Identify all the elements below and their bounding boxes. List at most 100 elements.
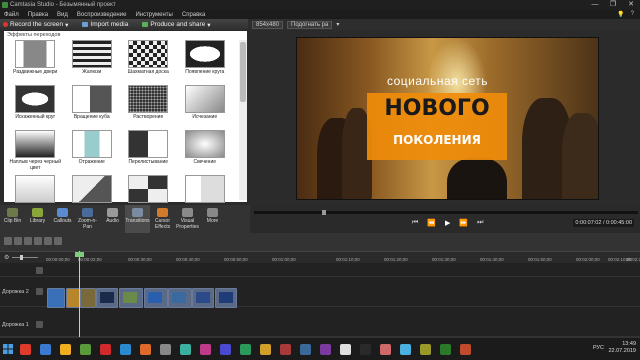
paste-icon[interactable]: [54, 237, 62, 245]
play-button[interactable]: ▶: [445, 219, 450, 227]
tool-tab-zoom-pan[interactable]: Zoom-n-Pan: [75, 205, 100, 233]
taskbar-notepad-icon[interactable]: [340, 344, 351, 355]
tool-tab-clip-bin[interactable]: Clip Bin: [0, 205, 25, 233]
taskbar-photoshop-icon[interactable]: [200, 344, 211, 355]
tool-tab-transitions[interactable]: Transitions: [125, 205, 150, 233]
menu-view[interactable]: Вид: [57, 12, 68, 18]
taskbar-media-icon[interactable]: [380, 344, 391, 355]
taskbar-archive-icon[interactable]: [420, 344, 431, 355]
track-1[interactable]: Дорожка 1: [0, 307, 640, 337]
tool-tab-callouts[interactable]: Callouts: [50, 205, 75, 233]
settings-icon[interactable]: ⚙: [4, 254, 9, 261]
import-media-button[interactable]: Import media: [82, 21, 128, 28]
transition-item[interactable]: Растворение: [120, 85, 177, 128]
transition-item[interactable]: Жалюзи: [64, 40, 121, 83]
windows-start-icon[interactable]: [3, 344, 13, 354]
forward-button[interactable]: ⏩: [459, 219, 468, 227]
taskbar-skype-icon[interactable]: [300, 344, 311, 355]
taskbar-teams-icon[interactable]: [320, 344, 331, 355]
tool-tab-cursor-effects[interactable]: Cursor Effects: [150, 205, 175, 233]
media-clip[interactable]: [66, 288, 80, 308]
cut-icon[interactable]: [24, 237, 32, 245]
system-clock[interactable]: 13:49 22.07.2019: [608, 341, 636, 355]
transition-item[interactable]: Появление круга: [177, 40, 234, 83]
track-options-icon[interactable]: [36, 288, 43, 295]
playhead-handle[interactable]: [75, 252, 84, 257]
transition-item[interactable]: Раздвижные двери: [7, 40, 64, 83]
panel-scrollbar[interactable]: [239, 40, 247, 200]
produce-share-button[interactable]: Produce and share ▾: [142, 21, 211, 29]
taskbar-excel-icon[interactable]: [240, 344, 251, 355]
scrollbar-thumb[interactable]: [240, 42, 246, 102]
chevron-down-icon[interactable]: ▾: [336, 21, 339, 28]
taskbar-chrome-icon[interactable]: [180, 344, 191, 355]
taskbar-opera-icon[interactable]: [100, 344, 111, 355]
zoom-slider[interactable]: ⚙: [4, 254, 38, 261]
transition-item[interactable]: Наплыв через черный цвет: [7, 130, 64, 173]
taskbar-word-icon[interactable]: [220, 344, 231, 355]
language-indicator[interactable]: РУС: [593, 345, 604, 351]
copy-icon[interactable]: [44, 237, 52, 245]
timeline-ruler[interactable]: ⚙ 00:00:00;00 00:00:02;00 00:00:30;00 00:00…: [0, 251, 640, 263]
chevron-down-icon[interactable]: ▾: [65, 21, 68, 29]
taskbar-store-icon[interactable]: [80, 344, 91, 355]
tool-tab-audio[interactable]: Audio: [100, 205, 125, 233]
transition-item[interactable]: Шахматная доска: [120, 40, 177, 83]
minimize-button[interactable]: —: [586, 0, 604, 10]
media-clip[interactable]: [168, 288, 192, 308]
tool-tab-more[interactable]: More: [200, 205, 225, 233]
redo-icon[interactable]: [14, 237, 22, 245]
fit-select[interactable]: Подогнать ра: [287, 20, 333, 29]
media-clip[interactable]: [215, 288, 237, 308]
playhead[interactable]: [75, 251, 84, 337]
taskbar-folder-icon[interactable]: [260, 344, 271, 355]
preview-scrubber[interactable]: [254, 210, 638, 215]
skip-start-button[interactable]: ⏮: [412, 219, 418, 227]
help-icon[interactable]: ?: [631, 11, 634, 18]
media-clip[interactable]: [119, 288, 143, 308]
media-clip[interactable]: [96, 288, 118, 308]
transition-item[interactable]: Перелистывание: [120, 130, 177, 173]
tool-tab-library[interactable]: Library: [25, 205, 50, 233]
media-clip[interactable]: [47, 288, 65, 308]
split-icon[interactable]: [34, 237, 42, 245]
scrubber-handle[interactable]: [322, 210, 326, 215]
taskbar-camtasia-icon[interactable]: [460, 344, 471, 355]
media-clip[interactable]: [192, 288, 214, 308]
transition-item[interactable]: Исчезание: [177, 85, 234, 128]
taskbar-firefox-icon[interactable]: [140, 344, 151, 355]
record-screen-button[interactable]: Record the screen ▾: [3, 21, 68, 29]
media-clip[interactable]: [144, 288, 168, 308]
taskbar-explorer-icon[interactable]: [60, 344, 71, 355]
transition-item[interactable]: Искаженный круг: [7, 85, 64, 128]
undo-icon[interactable]: [4, 237, 12, 245]
transition-item[interactable]: Вращение куба: [64, 85, 121, 128]
menu-file[interactable]: Файл: [4, 12, 19, 18]
video-preview[interactable]: социальная сеть НОВОГО ПОКОЛЕНИЯ: [296, 37, 599, 200]
transition-item[interactable]: Отражение: [64, 130, 121, 173]
add-track-icon[interactable]: [36, 267, 43, 274]
taskbar-search-icon[interactable]: [20, 344, 31, 355]
zoom-knob[interactable]: [20, 255, 23, 260]
menu-edit[interactable]: Правка: [28, 12, 48, 18]
maximize-button[interactable]: ❐: [604, 0, 622, 10]
taskbar-edge-icon[interactable]: [120, 344, 131, 355]
track-options-icon[interactable]: [36, 321, 43, 328]
taskbar-settings-icon[interactable]: [160, 344, 171, 355]
chevron-down-icon[interactable]: ▾: [207, 21, 210, 29]
transition-item[interactable]: Свечение: [177, 130, 234, 173]
skip-end-button[interactable]: ⏭: [477, 219, 483, 227]
taskbar-pdf-icon[interactable]: [280, 344, 291, 355]
taskbar-spotify-icon[interactable]: [440, 344, 451, 355]
rewind-button[interactable]: ⏪: [427, 219, 436, 227]
menu-help[interactable]: Справка: [182, 12, 206, 18]
taskbar-terminal-icon[interactable]: [360, 344, 371, 355]
menu-playback[interactable]: Воспроизведение: [77, 12, 127, 18]
bulb-icon[interactable]: 💡: [617, 11, 624, 18]
menu-tools[interactable]: Инструменты: [135, 12, 172, 18]
close-button[interactable]: ✕: [622, 0, 640, 10]
media-clip[interactable]: [80, 288, 96, 308]
taskbar-telegram-icon[interactable]: [400, 344, 411, 355]
taskbar-task-view-icon[interactable]: [40, 344, 51, 355]
resolution-select[interactable]: 854x480: [252, 20, 284, 29]
